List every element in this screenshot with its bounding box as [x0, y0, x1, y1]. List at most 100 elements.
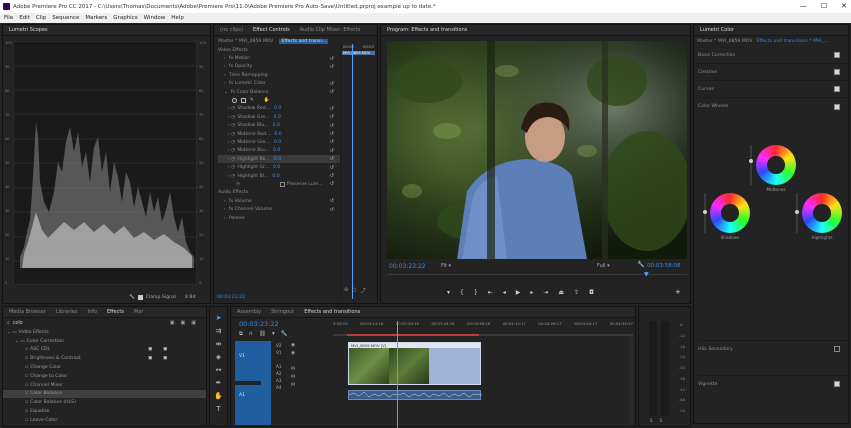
reset-icon[interactable]: ↺: [330, 114, 334, 120]
quality-dropdown[interactable]: Full ▾: [597, 263, 610, 269]
effects-search-input[interactable]: colo: [13, 321, 23, 326]
list-item-color-correction[interactable]: ⌄ ▭ Color Correction: [3, 337, 206, 346]
eye-icon[interactable]: ◉: [291, 351, 295, 356]
preserve-luminosity-checkbox[interactable]: [280, 181, 286, 187]
menu-graphics[interactable]: Graphics: [113, 15, 137, 21]
ellipse-mask-icon[interactable]: [232, 98, 237, 104]
solo-left-button[interactable]: S: [650, 418, 653, 423]
mark-out-icon[interactable]: }: [474, 289, 478, 296]
lumetri-source[interactable]: Master * MVI_0859.MOV: [697, 39, 752, 44]
mute-icon[interactable]: M: [291, 383, 295, 388]
hsl-secondary-checkbox[interactable]: [834, 346, 840, 352]
tab-stringout[interactable]: Stringout: [271, 309, 294, 315]
effect-row-lumetri-color[interactable]: › fx Lumetri Color ↺: [218, 80, 340, 88]
timeline-ruler[interactable]: 3:59:16 00:03:14:16 00:03:29:16 00:03:44:16…: [333, 321, 633, 333]
balance-row[interactable]: › ◷ Highlight Gr... 0.0 ↺: [218, 163, 340, 171]
highlights-wheel[interactable]: [802, 193, 842, 233]
list-item-video-effects[interactable]: ⌄ ▭ Video Effects: [3, 328, 206, 337]
ec-timecode[interactable]: 00:03:23:22: [217, 295, 245, 300]
color-wheels-checkbox[interactable]: [834, 103, 840, 110]
audio-clip[interactable]: [348, 390, 483, 400]
wrench-icon[interactable]: 🔧: [129, 295, 135, 300]
32bit-filter-icon[interactable]: ▣: [181, 320, 186, 326]
step-back-icon[interactable]: ◂: [503, 289, 506, 296]
a2-track-label[interactable]: A2: [276, 371, 282, 376]
list-item[interactable]: ▫ Change Color: [3, 363, 206, 372]
list-item[interactable]: ▫ Channel Mixer: [3, 381, 206, 390]
play-icon[interactable]: ▶: [516, 289, 521, 296]
v1-track-label[interactable]: V1: [276, 350, 282, 355]
curves-checkbox[interactable]: [834, 86, 840, 92]
reset-icon[interactable]: ↺: [330, 181, 334, 187]
tab-info[interactable]: Info: [87, 309, 96, 315]
balance-row[interactable]: › ◷ Shadow Red... 0.0 ↺: [218, 105, 340, 113]
reset-icon[interactable]: ↺: [330, 81, 334, 87]
eye-icon[interactable]: ◉: [291, 343, 295, 348]
tab-assembly[interactable]: Assembly: [237, 309, 261, 315]
creative-checkbox[interactable]: [834, 69, 840, 75]
snap-icon[interactable]: ∩: [249, 331, 253, 338]
track-select-tool-icon[interactable]: ⇉: [210, 324, 227, 337]
reset-icon[interactable]: ↺: [330, 173, 334, 179]
list-item[interactable]: ▫ Leave Color: [3, 416, 206, 425]
mark-in-icon[interactable]: {: [460, 289, 464, 296]
reset-icon[interactable]: ↺: [330, 123, 334, 129]
video-frame[interactable]: [387, 41, 692, 259]
tab-program[interactable]: Program: Effects and transitions: [387, 27, 467, 33]
rectangle-mask-icon[interactable]: [241, 98, 246, 104]
section-color-wheels[interactable]: Color Wheels: [694, 98, 848, 115]
tab-lumetri-scopes[interactable]: Lumetri Scopes: [9, 27, 48, 33]
menu-sequence[interactable]: Sequence: [52, 15, 79, 21]
pen-mask-icon[interactable]: ✎: [250, 98, 254, 103]
balance-row[interactable]: › ◷ Highlight Bl... 0.0 ↺: [218, 172, 340, 180]
go-to-in-icon[interactable]: ⇤: [488, 289, 493, 296]
a3-track-label[interactable]: A3: [276, 378, 282, 383]
section-creative[interactable]: Creative: [694, 64, 848, 81]
list-item-selected[interactable]: ▫ Color Balance: [3, 389, 206, 399]
balance-row[interactable]: › ◷ Midtone Gre... 0.0 ↺: [218, 138, 340, 146]
reset-icon[interactable]: ↺: [330, 165, 334, 171]
zoom-slider-icon[interactable]: ○: [352, 287, 356, 294]
menu-help[interactable]: Help: [171, 15, 184, 21]
section-curves[interactable]: Curves: [694, 81, 848, 98]
balance-row[interactable]: › ◷ Midtone Red... 0.0 ↺: [218, 130, 340, 138]
menu-clip[interactable]: Clip: [36, 15, 46, 21]
reset-icon[interactable]: ↺: [330, 148, 334, 154]
section-hsl-secondary[interactable]: HSL Secondary: [698, 340, 848, 357]
minimize-button[interactable]: —: [800, 2, 807, 10]
balance-row-highlighted[interactable]: › ◷ Highlight Re... 0.0 ↺: [218, 155, 340, 164]
v2-track-label[interactable]: V2: [276, 343, 282, 348]
mute-icon[interactable]: M: [291, 375, 295, 380]
shadows-wheel[interactable]: [710, 193, 750, 233]
program-timecode[interactable]: 00:03:23:22: [389, 263, 426, 270]
clip-path-label[interactable]: Effects and transi...: [279, 38, 329, 44]
section-basic-correction[interactable]: Basic Correction: [694, 47, 848, 64]
tab-markers[interactable]: Mar: [134, 309, 143, 315]
ripple-edit-tool-icon[interactable]: ⇹: [210, 337, 227, 350]
lumetri-sequence[interactable]: Effects and transitions * MVI_...: [756, 39, 828, 44]
ec-playhead[interactable]: [352, 44, 353, 299]
export-icon[interactable]: ⤴: [361, 287, 366, 294]
timeline-scrollbar[interactable]: [629, 337, 633, 425]
lift-icon[interactable]: ⏏: [558, 289, 564, 296]
midtones-slider[interactable]: [749, 145, 753, 185]
add-marker-icon[interactable]: ▾: [272, 331, 275, 338]
step-forward-icon[interactable]: ▸: [530, 289, 533, 296]
a4-track-label[interactable]: A4: [276, 385, 282, 390]
tab-effect-controls[interactable]: Effect Controls: [253, 27, 290, 33]
list-item[interactable]: ▫ Equalize: [3, 407, 206, 416]
effect-row-channel-volume[interactable]: › fx Channel Volume ↺: [218, 205, 340, 213]
basic-correction-checkbox[interactable]: [834, 52, 840, 58]
tab-libraries[interactable]: Libraries: [56, 309, 78, 315]
yuv-filter-icon[interactable]: ▣: [191, 320, 196, 326]
reset-icon[interactable]: ↺: [330, 207, 334, 213]
shadows-slider[interactable]: [703, 193, 707, 233]
tab-effects[interactable]: Effects: [107, 309, 124, 315]
tab-effects-and-transitions[interactable]: Effects and transitions: [304, 309, 360, 315]
section-vignette[interactable]: Vignette: [698, 375, 848, 392]
a1-track-label[interactable]: A1: [276, 364, 282, 369]
menu-file[interactable]: File: [4, 15, 13, 21]
reset-icon[interactable]: ↺: [330, 156, 334, 162]
linked-selection-icon[interactable]: ⛓: [259, 331, 266, 338]
list-item[interactable]: ▫ Color Balance (HLS): [3, 398, 206, 407]
